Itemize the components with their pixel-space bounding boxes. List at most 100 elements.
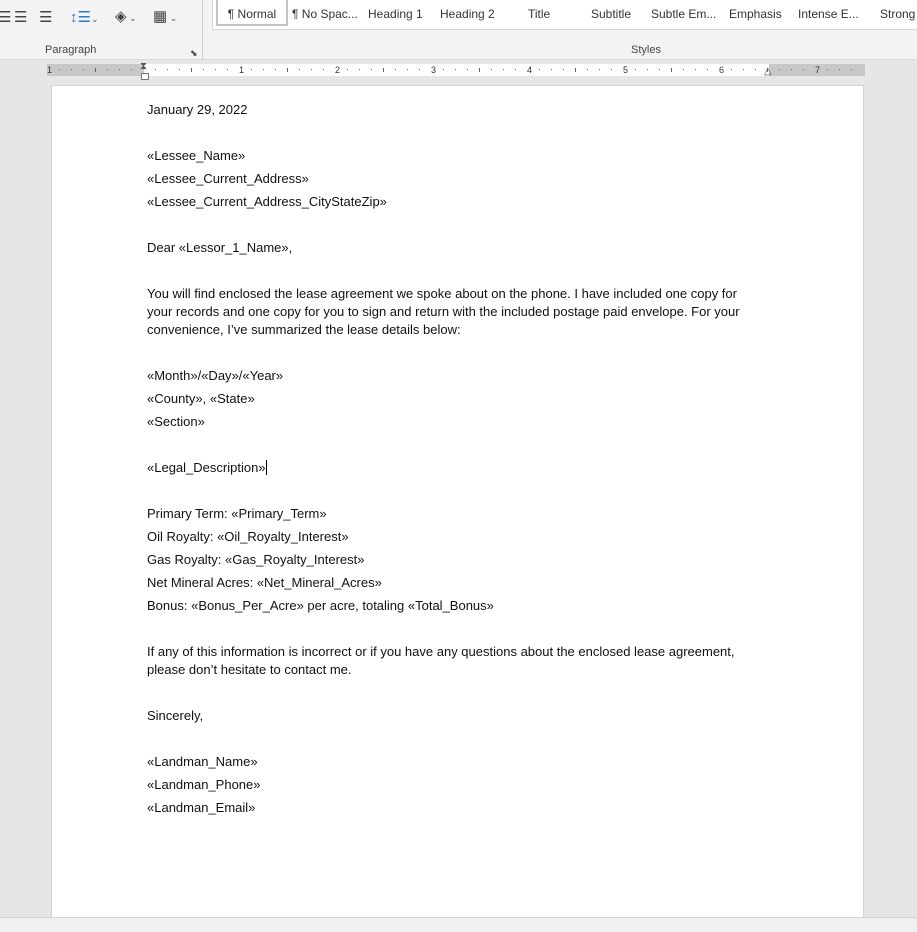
ruler-number: 2 <box>335 65 341 75</box>
ruler-mark <box>779 69 780 70</box>
style-heading-1[interactable]: Heading 1 <box>368 7 423 21</box>
landman-name: «Landman_Name» <box>147 754 258 769</box>
ruler-mark <box>191 68 192 72</box>
ruler-mark <box>179 69 180 70</box>
ruler-mark <box>551 69 552 70</box>
ruler-mark <box>467 69 468 70</box>
intro-line: You will find enclosed the lease agreeme… <box>147 286 737 301</box>
ruler-mark <box>743 69 744 70</box>
justify-icon[interactable]: ☰ <box>39 10 52 26</box>
ruler-mark <box>671 68 672 72</box>
intro-paragraph: You will find enclosed the lease agreeme… <box>147 285 777 339</box>
ruler-mark <box>167 69 168 70</box>
net-mineral-acres: Net Mineral Acres: «Net_Mineral_Acres» <box>147 575 382 590</box>
lessee-name: «Lessee_Name» <box>147 148 246 163</box>
ruler-mark <box>599 69 600 70</box>
first-line-indent-marker[interactable]: ⧗ <box>140 61 147 72</box>
style-heading-2[interactable]: Heading 2 <box>440 7 495 21</box>
ruler-mark <box>707 69 708 70</box>
ruler-mark <box>83 69 84 70</box>
closing-line: If any of this information is incorrect … <box>147 644 735 659</box>
ruler-mark <box>347 69 348 70</box>
ruler-mark <box>803 69 804 70</box>
ruler-mark <box>323 69 324 70</box>
primary-term: Primary Term: «Primary_Term» <box>147 506 327 521</box>
ruler-mark <box>479 68 480 72</box>
ruler-mark <box>635 69 636 70</box>
ruler-mark <box>659 69 660 70</box>
ruler-mark <box>791 69 792 70</box>
intro-line: convenience, I’ve summarized the lease d… <box>147 322 461 337</box>
style-title[interactable]: Title <box>528 7 550 21</box>
paragraph-group-label: Paragraph <box>45 44 97 56</box>
lessee-city-state-zip: «Lessee_Current_Address_CityStateZip» <box>147 194 387 209</box>
county-state: «County», «State» <box>147 391 255 406</box>
horizontal-ruler[interactable]: 1 1 2 3 4 5 6 7 ⧗ △ <box>47 61 865 80</box>
salutation: Dear «Lessor_1_Name», <box>147 240 293 255</box>
ruler-mark <box>95 68 96 72</box>
ruler-mark <box>491 69 492 70</box>
style-subtitle[interactable]: Subtitle <box>591 7 631 21</box>
intro-line: your records and one copy for you to sig… <box>147 304 740 319</box>
ruler-mark <box>755 69 756 70</box>
status-bar <box>0 917 917 932</box>
line-spacing-icon[interactable]: ↕☰⌄ <box>70 10 99 27</box>
ruler-mark <box>731 69 732 70</box>
ruler-number: 4 <box>527 65 533 75</box>
borders-icon[interactable]: ▦ ⌄ <box>153 9 177 26</box>
ruler-number: 3 <box>431 65 437 75</box>
dialog-launcher-icon[interactable]: ⬊ <box>190 45 198 61</box>
style-emphasis[interactable]: Emphasis <box>729 7 782 21</box>
closing-line: please don’t hesitate to contact me. <box>147 662 352 677</box>
shading-icon[interactable]: ◈ ⌄ <box>115 9 137 26</box>
ruler-mark <box>503 69 504 70</box>
closing-paragraph: If any of this information is incorrect … <box>147 643 777 679</box>
ruler-mark <box>215 69 216 70</box>
ruler-mark <box>443 69 444 70</box>
ruler-mark <box>311 69 312 70</box>
ruler-mark <box>455 69 456 70</box>
gas-royalty: Gas Royalty: «Gas_Royalty_Interest» <box>147 552 365 567</box>
ruler-mark <box>203 69 204 70</box>
legal-description: «Legal_Description» <box>147 460 266 475</box>
ruler-mark <box>539 69 540 70</box>
ruler-mark <box>407 69 408 70</box>
ruler-mark <box>59 69 60 70</box>
date-line: January 29, 2022 <box>147 102 248 117</box>
legal-description-line: «Legal_Description» <box>147 459 777 477</box>
landman-phone: «Landman_Phone» <box>147 777 261 792</box>
ruler-mark <box>71 69 72 70</box>
style-no-spacing[interactable]: ¶ No Spac... <box>292 7 358 21</box>
ruler-number: 7 <box>815 65 821 75</box>
group-divider <box>202 0 203 60</box>
ruler-mark <box>839 69 840 70</box>
ruler-mark <box>395 69 396 70</box>
styles-group-label: Styles <box>631 44 661 56</box>
style-normal[interactable]: ¶ Normal <box>216 0 288 26</box>
style-subtle-emphasis[interactable]: Subtle Em... <box>651 7 716 21</box>
landman-email: «Landman_Email» <box>147 800 256 815</box>
style-strong[interactable]: Strong <box>880 7 915 21</box>
ruler-number: 1 <box>239 65 245 75</box>
ruler-mark <box>263 69 264 70</box>
style-intense-emphasis[interactable]: Intense E... <box>798 7 859 21</box>
ruler-mark <box>611 69 612 70</box>
ruler-mark <box>683 69 684 70</box>
ruler-mark <box>251 69 252 70</box>
right-indent-marker[interactable]: △ <box>764 66 772 77</box>
ruler-mark <box>119 69 120 70</box>
ruler-number: 5 <box>623 65 629 75</box>
ruler-mark <box>227 69 228 70</box>
lessee-address: «Lessee_Current_Address» <box>147 171 309 186</box>
document-page[interactable]: January 29, 2022 «Lessee_Name» «Lessee_C… <box>51 85 864 917</box>
styles-gallery: ¶ Normal ¶ No Spac... Heading 1 Heading … <box>212 0 917 30</box>
ruler-mark <box>155 69 156 70</box>
left-indent-marker[interactable] <box>141 73 149 80</box>
ruler-number: 6 <box>719 65 725 75</box>
align-center-icon[interactable]: ☰ <box>0 10 11 26</box>
ribbon: ☰ ☰ ☰ ↕☰⌄ ◈ ⌄ ▦ ⌄ Paragraph ⬊ ¶ Normal ¶… <box>0 0 917 60</box>
document-body[interactable]: January 29, 2022 «Lessee_Name» «Lessee_C… <box>147 101 777 822</box>
date-fields: «Month»/«Day»/«Year» <box>147 368 284 383</box>
align-right-icon[interactable]: ☰ <box>14 10 27 26</box>
oil-royalty: Oil Royalty: «Oil_Royalty_Interest» <box>147 529 349 544</box>
